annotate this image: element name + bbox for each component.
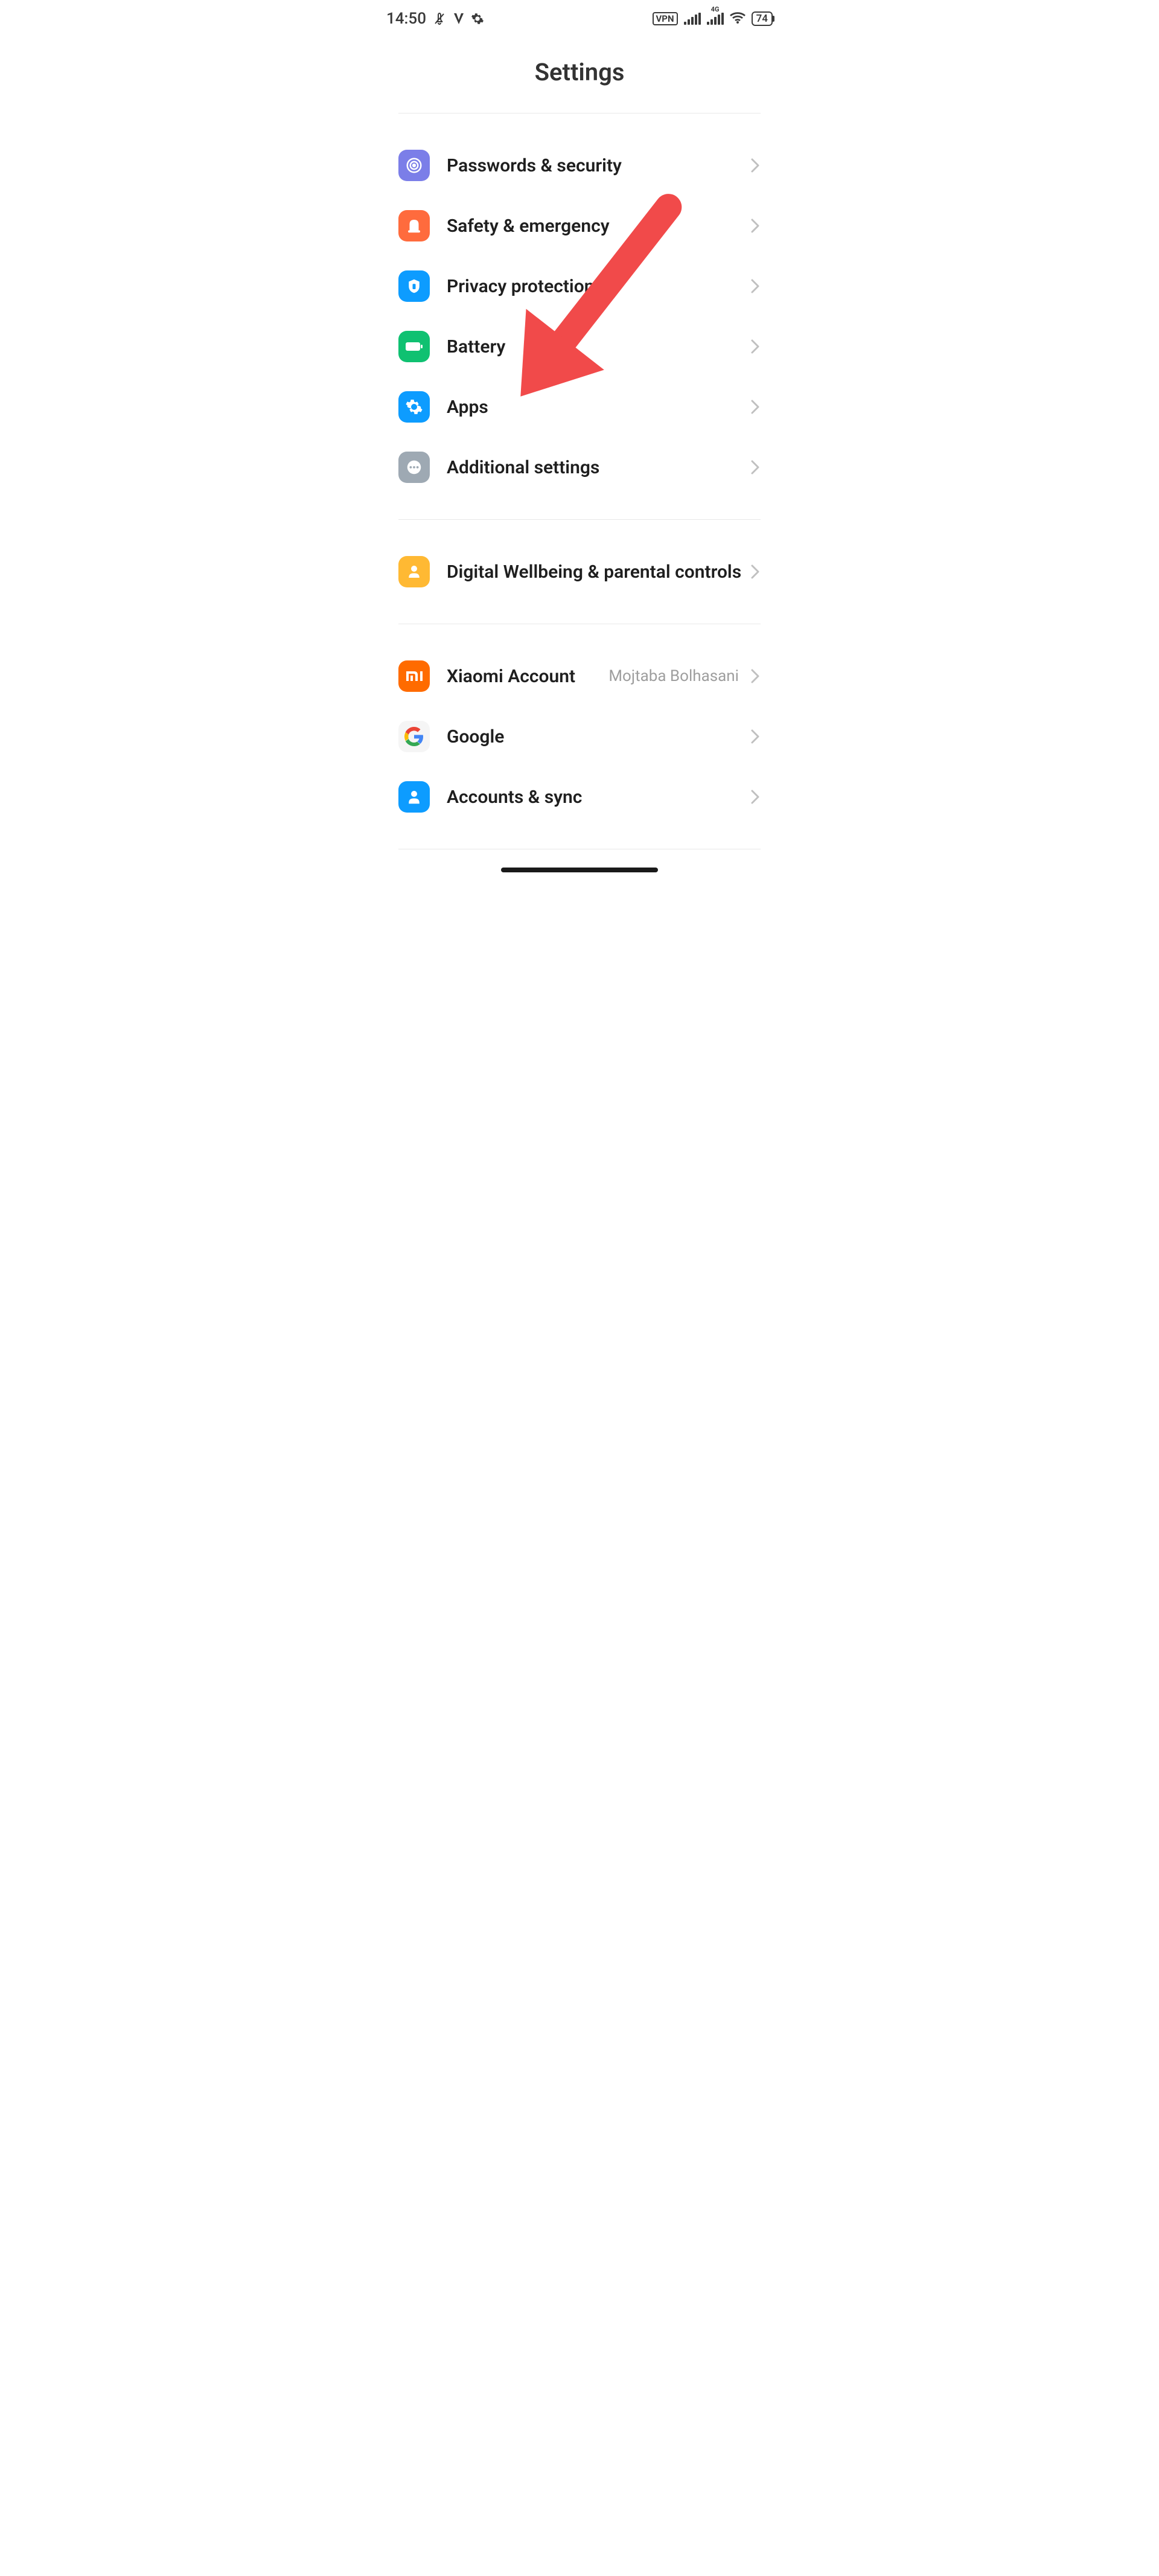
chevron-right-icon bbox=[750, 157, 761, 174]
apps-gear-icon bbox=[398, 391, 430, 423]
page-title: Settings bbox=[368, 34, 791, 113]
settings-item-privacy-protection[interactable]: Privacy protection bbox=[368, 256, 791, 316]
fingerprint-icon bbox=[398, 150, 430, 181]
mute-icon bbox=[432, 11, 447, 26]
more-icon bbox=[398, 452, 430, 483]
chevron-right-icon bbox=[750, 217, 761, 234]
battery-badge: 74 bbox=[752, 11, 773, 26]
status-bar: 14:50 VPN 4G bbox=[368, 0, 791, 34]
section-3: Xiaomi Account Mojtaba Bolhasani Google bbox=[368, 624, 791, 849]
gear-icon bbox=[471, 12, 484, 25]
status-right: VPN 4G 74 bbox=[653, 11, 773, 26]
settings-item-safety-emergency[interactable]: Safety & emergency bbox=[368, 196, 791, 256]
signal-bars-1 bbox=[684, 13, 701, 25]
chevron-right-icon bbox=[750, 668, 761, 685]
signal-bars-2: 4G bbox=[707, 13, 724, 25]
battery-icon bbox=[398, 331, 430, 362]
settings-item-label: Digital Wellbeing & parental controls bbox=[430, 560, 744, 584]
mi-icon bbox=[398, 660, 430, 692]
home-indicator bbox=[501, 868, 658, 872]
person-icon bbox=[398, 781, 430, 813]
settings-item-battery[interactable]: Battery bbox=[368, 316, 791, 377]
network-label: 4G bbox=[711, 5, 720, 13]
settings-item-passwords-security[interactable]: Passwords & security bbox=[368, 135, 791, 196]
vpn-badge: VPN bbox=[653, 12, 678, 25]
chevron-right-icon bbox=[750, 398, 761, 415]
status-left: 14:50 bbox=[386, 10, 484, 28]
section-1: Passwords & security Safety & emergency … bbox=[368, 113, 791, 519]
settings-item-label: Google bbox=[430, 725, 744, 749]
google-icon bbox=[398, 721, 430, 752]
emergency-icon bbox=[398, 210, 430, 241]
settings-item-xiaomi-account[interactable]: Xiaomi Account Mojtaba Bolhasani bbox=[368, 646, 791, 706]
chevron-right-icon bbox=[750, 788, 761, 805]
settings-item-label: Battery bbox=[430, 335, 744, 359]
v-icon bbox=[453, 12, 465, 25]
wellbeing-icon bbox=[398, 556, 430, 587]
settings-item-label: Apps bbox=[430, 395, 744, 419]
privacy-icon bbox=[398, 270, 430, 302]
settings-item-digital-wellbeing[interactable]: Digital Wellbeing & parental controls bbox=[368, 542, 791, 602]
settings-item-label: Safety & emergency bbox=[430, 214, 744, 238]
settings-item-value: Mojtaba Bolhasani bbox=[608, 666, 744, 686]
settings-item-label: Accounts & sync bbox=[430, 785, 744, 809]
chevron-right-icon bbox=[750, 563, 761, 580]
chevron-right-icon bbox=[750, 459, 761, 476]
settings-item-label: Passwords & security bbox=[430, 154, 744, 177]
status-time: 14:50 bbox=[386, 10, 426, 28]
settings-item-label: Xiaomi Account bbox=[430, 665, 608, 688]
section-2: Digital Wellbeing & parental controls bbox=[368, 520, 791, 624]
settings-item-apps[interactable]: Apps bbox=[368, 377, 791, 437]
settings-item-label: Additional settings bbox=[430, 456, 744, 479]
chevron-right-icon bbox=[750, 728, 761, 745]
settings-item-label: Privacy protection bbox=[430, 275, 744, 298]
chevron-right-icon bbox=[750, 338, 761, 355]
chevron-right-icon bbox=[750, 278, 761, 295]
settings-item-additional-settings[interactable]: Additional settings bbox=[368, 437, 791, 497]
settings-item-accounts-sync[interactable]: Accounts & sync bbox=[368, 767, 791, 827]
settings-item-google[interactable]: Google bbox=[368, 706, 791, 767]
wifi-icon bbox=[730, 12, 746, 25]
